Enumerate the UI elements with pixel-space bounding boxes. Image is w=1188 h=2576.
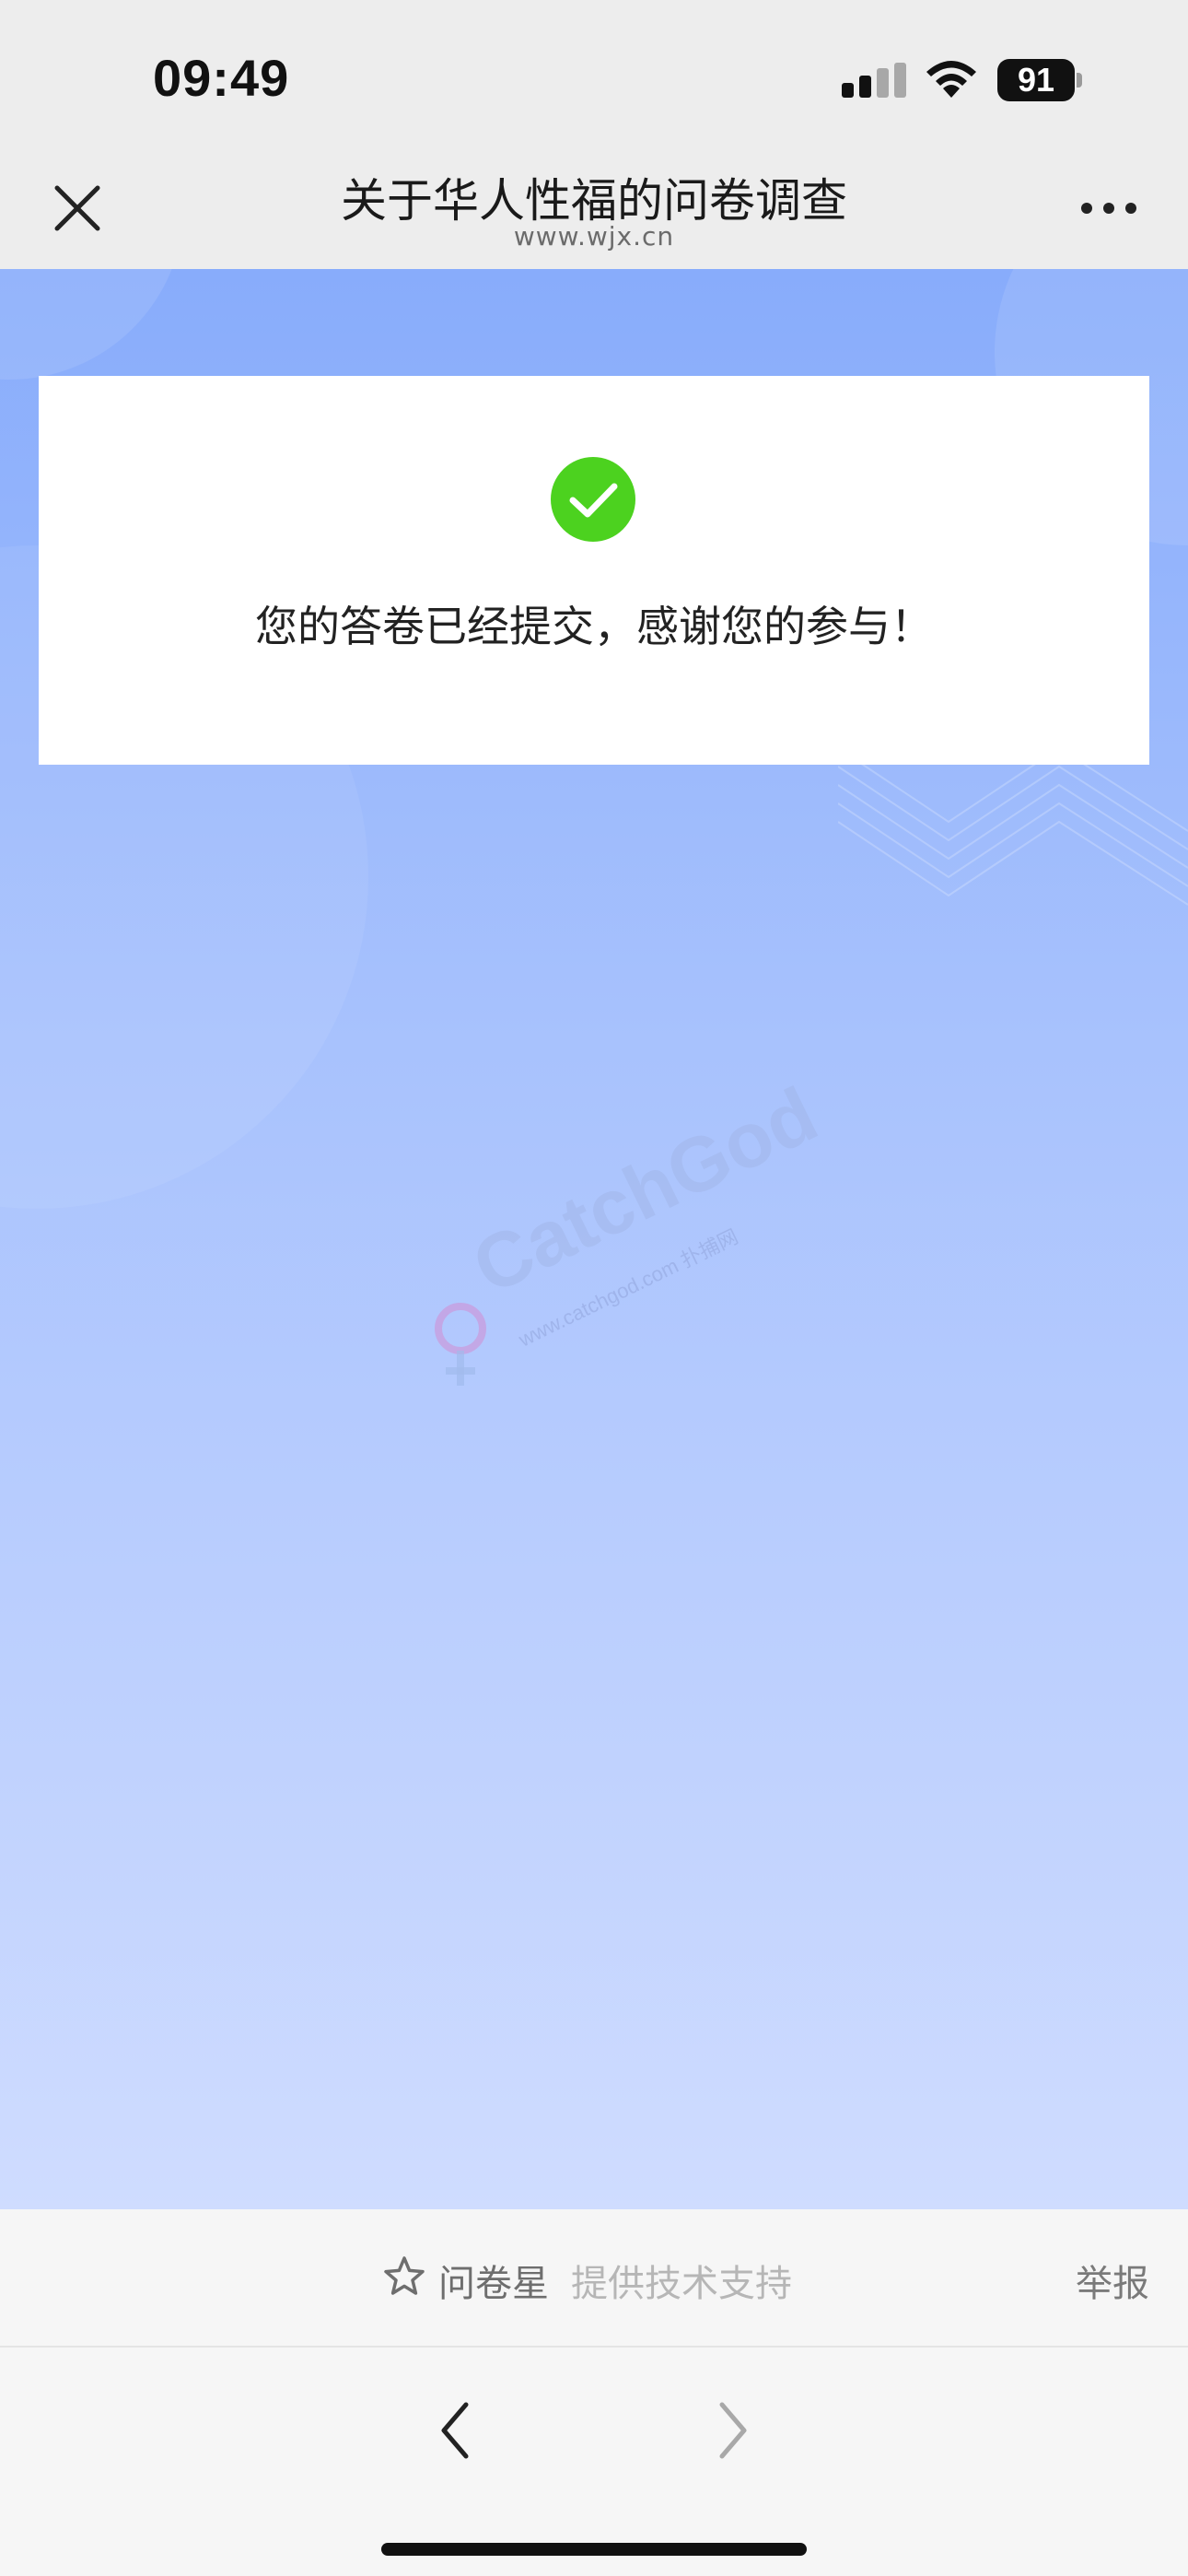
page-url: www.wjx.cn xyxy=(513,221,675,252)
battery-level: 91 xyxy=(1017,61,1055,99)
browser-toolbar xyxy=(0,2348,1188,2576)
content-area: 您的答卷已经提交，感谢您的参与！ CatchGod www.catchgod.c… xyxy=(0,269,1188,2209)
footer-support-text: 提供技术支持 xyxy=(571,2263,792,2305)
decorative-circle xyxy=(0,269,184,380)
close-icon[interactable] xyxy=(50,181,105,236)
battery-tip xyxy=(1077,73,1082,88)
home-indicator xyxy=(381,2543,807,2556)
nav-bar: 关于华人性福的问卷调查 www.wjx.cn xyxy=(0,147,1188,269)
chevron-left-icon[interactable] xyxy=(433,2394,479,2467)
result-card: 您的答卷已经提交，感谢您的参与！ xyxy=(39,376,1149,765)
footer: 问卷星 提供技术支持 举报 xyxy=(0,2209,1188,2348)
footer-brand-link[interactable]: 问卷星 xyxy=(438,2254,549,2307)
gender-symbol-icon xyxy=(435,1303,486,1386)
check-circle-icon xyxy=(551,457,635,542)
success-message: 您的答卷已经提交，感谢您的参与！ xyxy=(255,602,933,651)
wifi-icon xyxy=(926,61,976,98)
report-link[interactable]: 举报 xyxy=(1076,2254,1149,2307)
chevron-right-icon[interactable] xyxy=(709,2394,755,2467)
star-outline-icon xyxy=(384,2256,425,2295)
cellular-signal-icon xyxy=(842,63,906,98)
battery-icon: 91 xyxy=(997,59,1082,101)
watermark: CatchGod www.catchgod.com 扑捕网 xyxy=(424,1071,830,1393)
status-bar: 09:49 91 xyxy=(0,0,1188,147)
more-icon[interactable] xyxy=(1079,188,1138,228)
status-time: 09:49 xyxy=(153,49,290,107)
